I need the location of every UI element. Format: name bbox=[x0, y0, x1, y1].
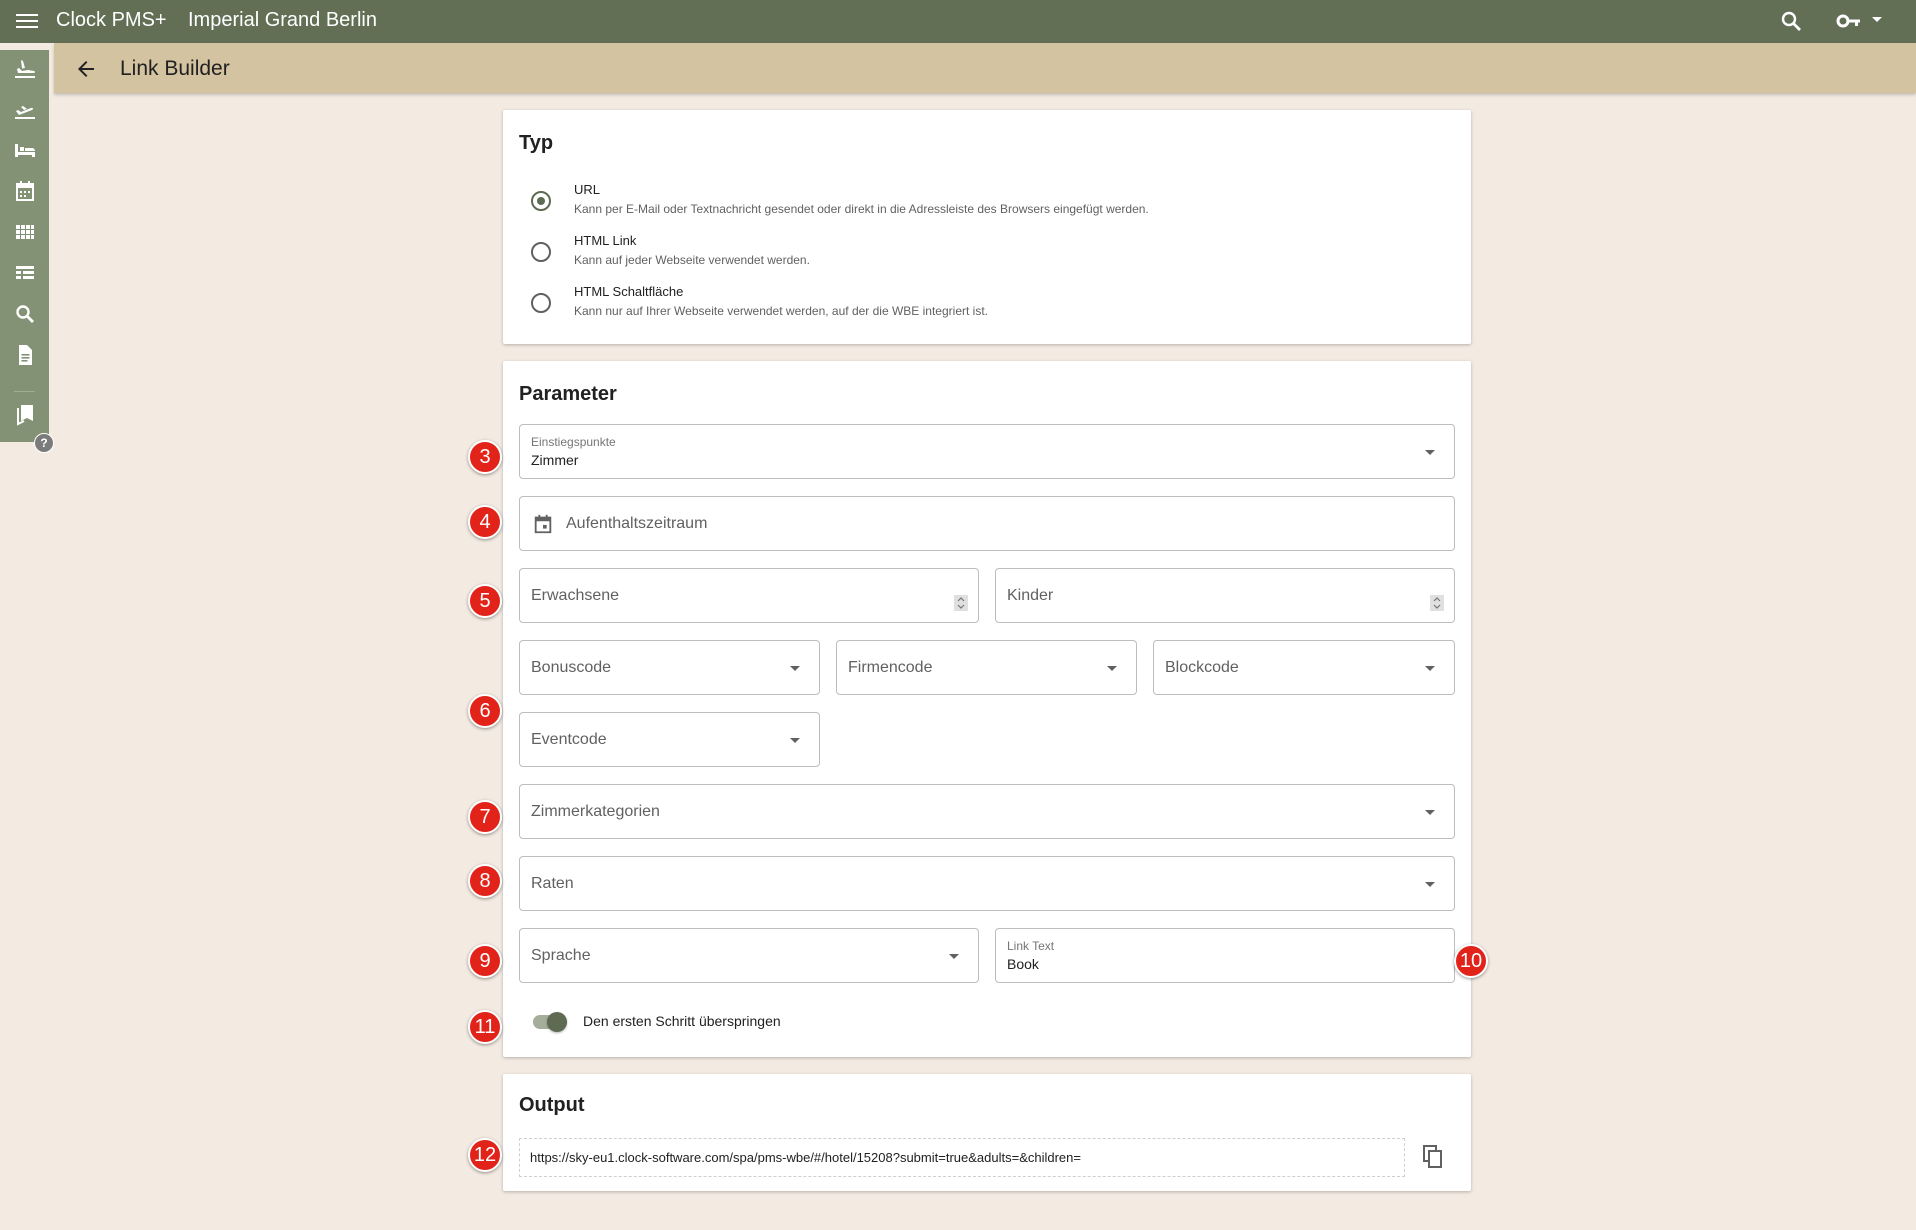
radio-option-html-button[interactable]: HTML Schaltfläche Kann nur auf Ihrer Web… bbox=[527, 284, 1427, 330]
parameter-card: Parameter Einstiegspunkte Zimmer Aufenth… bbox=[503, 361, 1471, 1057]
chevron-down-icon bbox=[949, 954, 959, 959]
app-title: Clock PMS+ bbox=[56, 9, 167, 31]
chevron-down-icon bbox=[1107, 666, 1117, 671]
output-card: Output https://sky-eu1.clock-software.co… bbox=[503, 1074, 1471, 1191]
radio-option-url[interactable]: URL Kann per E-Mail oder Textnachricht g… bbox=[527, 182, 1427, 228]
annotation-marker: 7 bbox=[468, 800, 502, 834]
radio-description: Kann per E-Mail oder Textnachricht gesen… bbox=[574, 202, 1149, 216]
entry-point-value: Zimmer bbox=[531, 452, 579, 468]
chevron-down-icon bbox=[1425, 450, 1435, 455]
link-text-label: Link Text bbox=[1007, 939, 1055, 953]
room-categories-select[interactable]: Zimmerkategorien bbox=[519, 784, 1455, 839]
calendar-icon[interactable] bbox=[13, 179, 37, 203]
skip-first-step-label: Den ersten Schritt überspringen bbox=[583, 1013, 781, 1029]
chevron-down-icon bbox=[790, 666, 800, 671]
event-code-placeholder: Eventcode bbox=[531, 731, 607, 748]
annotation-marker: 6 bbox=[468, 694, 502, 728]
parameter-title: Parameter bbox=[519, 383, 617, 405]
chevron-down-icon bbox=[790, 738, 800, 743]
arrivals-icon[interactable] bbox=[13, 56, 37, 80]
search-icon[interactable] bbox=[13, 302, 37, 326]
bonus-code-placeholder: Bonuscode bbox=[531, 659, 612, 676]
adults-field[interactable]: Erwachsene bbox=[519, 568, 979, 623]
language-placeholder: Sprache bbox=[531, 947, 591, 964]
chevron-down-icon bbox=[1425, 882, 1435, 887]
side-navigation bbox=[0, 50, 49, 442]
rates-placeholder: Raten bbox=[531, 875, 574, 892]
stay-period-placeholder: Aufenthaltszeitraum bbox=[566, 515, 708, 532]
annotation-marker: 5 bbox=[468, 584, 502, 618]
chevron-down-icon bbox=[1425, 810, 1435, 815]
search-icon[interactable] bbox=[1779, 9, 1803, 33]
annotation-marker: 9 bbox=[468, 944, 502, 978]
document-icon[interactable] bbox=[13, 343, 37, 367]
entry-point-label: Einstiegspunkte bbox=[531, 435, 616, 449]
list-icon[interactable] bbox=[13, 261, 37, 285]
link-text-value: Book bbox=[1007, 956, 1039, 972]
radio-description: Kann auf jeder Webseite verwendet werden… bbox=[574, 253, 810, 267]
back-arrow-icon[interactable] bbox=[74, 57, 98, 81]
top-app-bar: Clock PMS+ Imperial Grand Berlin bbox=[0, 0, 1916, 43]
language-select[interactable]: Sprache bbox=[519, 928, 979, 983]
entry-point-select[interactable]: Einstiegspunkte Zimmer bbox=[519, 424, 1455, 479]
radio-button[interactable] bbox=[531, 242, 551, 262]
number-stepper-icon[interactable] bbox=[1430, 595, 1444, 611]
block-code-select[interactable]: Blockcode bbox=[1153, 640, 1455, 695]
typ-title: Typ bbox=[519, 132, 554, 154]
radio-button[interactable] bbox=[531, 293, 551, 313]
output-url: https://sky-eu1.clock-software.com/spa/p… bbox=[530, 1150, 1081, 1165]
menu-icon[interactable] bbox=[16, 11, 38, 31]
radio-option-html-link[interactable]: HTML Link Kann auf jeder Webseite verwen… bbox=[527, 233, 1427, 279]
page-header: Link Builder bbox=[54, 43, 1916, 93]
chevron-down-icon bbox=[1425, 666, 1435, 671]
stay-period-field[interactable]: Aufenthaltszeitraum bbox=[519, 496, 1455, 551]
annotation-marker: 12 bbox=[468, 1138, 502, 1172]
children-placeholder: Kinder bbox=[1007, 587, 1054, 604]
output-title: Output bbox=[519, 1094, 585, 1116]
event-code-select[interactable]: Eventcode bbox=[519, 712, 820, 767]
annotation-marker: 11 bbox=[468, 1010, 502, 1044]
annotation-marker: 8 bbox=[468, 864, 502, 898]
company-code-select[interactable]: Firmencode bbox=[836, 640, 1137, 695]
annotation-marker: 3 bbox=[468, 440, 502, 474]
link-text-field[interactable]: Link Text Book bbox=[995, 928, 1455, 983]
toggle-knob bbox=[547, 1012, 567, 1032]
copy-icon[interactable] bbox=[1421, 1144, 1445, 1170]
page-title: Link Builder bbox=[120, 57, 230, 80]
bookmarks-icon[interactable] bbox=[13, 402, 37, 426]
account-dropdown-icon[interactable] bbox=[1872, 17, 1882, 22]
departures-icon[interactable] bbox=[13, 97, 37, 121]
radio-selected-dot bbox=[537, 197, 545, 205]
annotation-marker: 4 bbox=[468, 505, 502, 539]
radio-label: URL bbox=[574, 182, 601, 197]
room-categories-placeholder: Zimmerkategorien bbox=[531, 803, 660, 820]
bonus-code-select[interactable]: Bonuscode bbox=[519, 640, 820, 695]
hotel-name[interactable]: Imperial Grand Berlin bbox=[188, 9, 377, 32]
radio-button[interactable] bbox=[531, 191, 551, 211]
children-field[interactable]: Kinder bbox=[995, 568, 1455, 623]
number-stepper-icon[interactable] bbox=[954, 595, 968, 611]
radio-description: Kann nur auf Ihrer Webseite verwendet we… bbox=[574, 304, 988, 318]
rates-select[interactable]: Raten bbox=[519, 856, 1455, 911]
radio-label: HTML Schaltfläche bbox=[574, 284, 684, 299]
typ-card: Typ URL Kann per E-Mail oder Textnachric… bbox=[503, 110, 1471, 344]
radio-label: HTML Link bbox=[574, 233, 637, 248]
adults-placeholder: Erwachsene bbox=[531, 587, 620, 604]
key-icon[interactable] bbox=[1836, 9, 1862, 33]
company-code-placeholder: Firmencode bbox=[848, 659, 933, 676]
help-icon[interactable]: ? bbox=[34, 433, 54, 453]
sidebar-divider bbox=[14, 391, 35, 392]
output-url-box[interactable]: https://sky-eu1.clock-software.com/spa/p… bbox=[519, 1138, 1405, 1177]
calendar-icon[interactable] bbox=[532, 513, 554, 535]
annotation-marker: 10 bbox=[1454, 944, 1488, 978]
grid-icon[interactable] bbox=[13, 220, 37, 244]
block-code-placeholder: Blockcode bbox=[1165, 659, 1239, 676]
skip-first-step-toggle[interactable] bbox=[533, 1012, 567, 1032]
rooms-icon[interactable] bbox=[13, 138, 37, 162]
